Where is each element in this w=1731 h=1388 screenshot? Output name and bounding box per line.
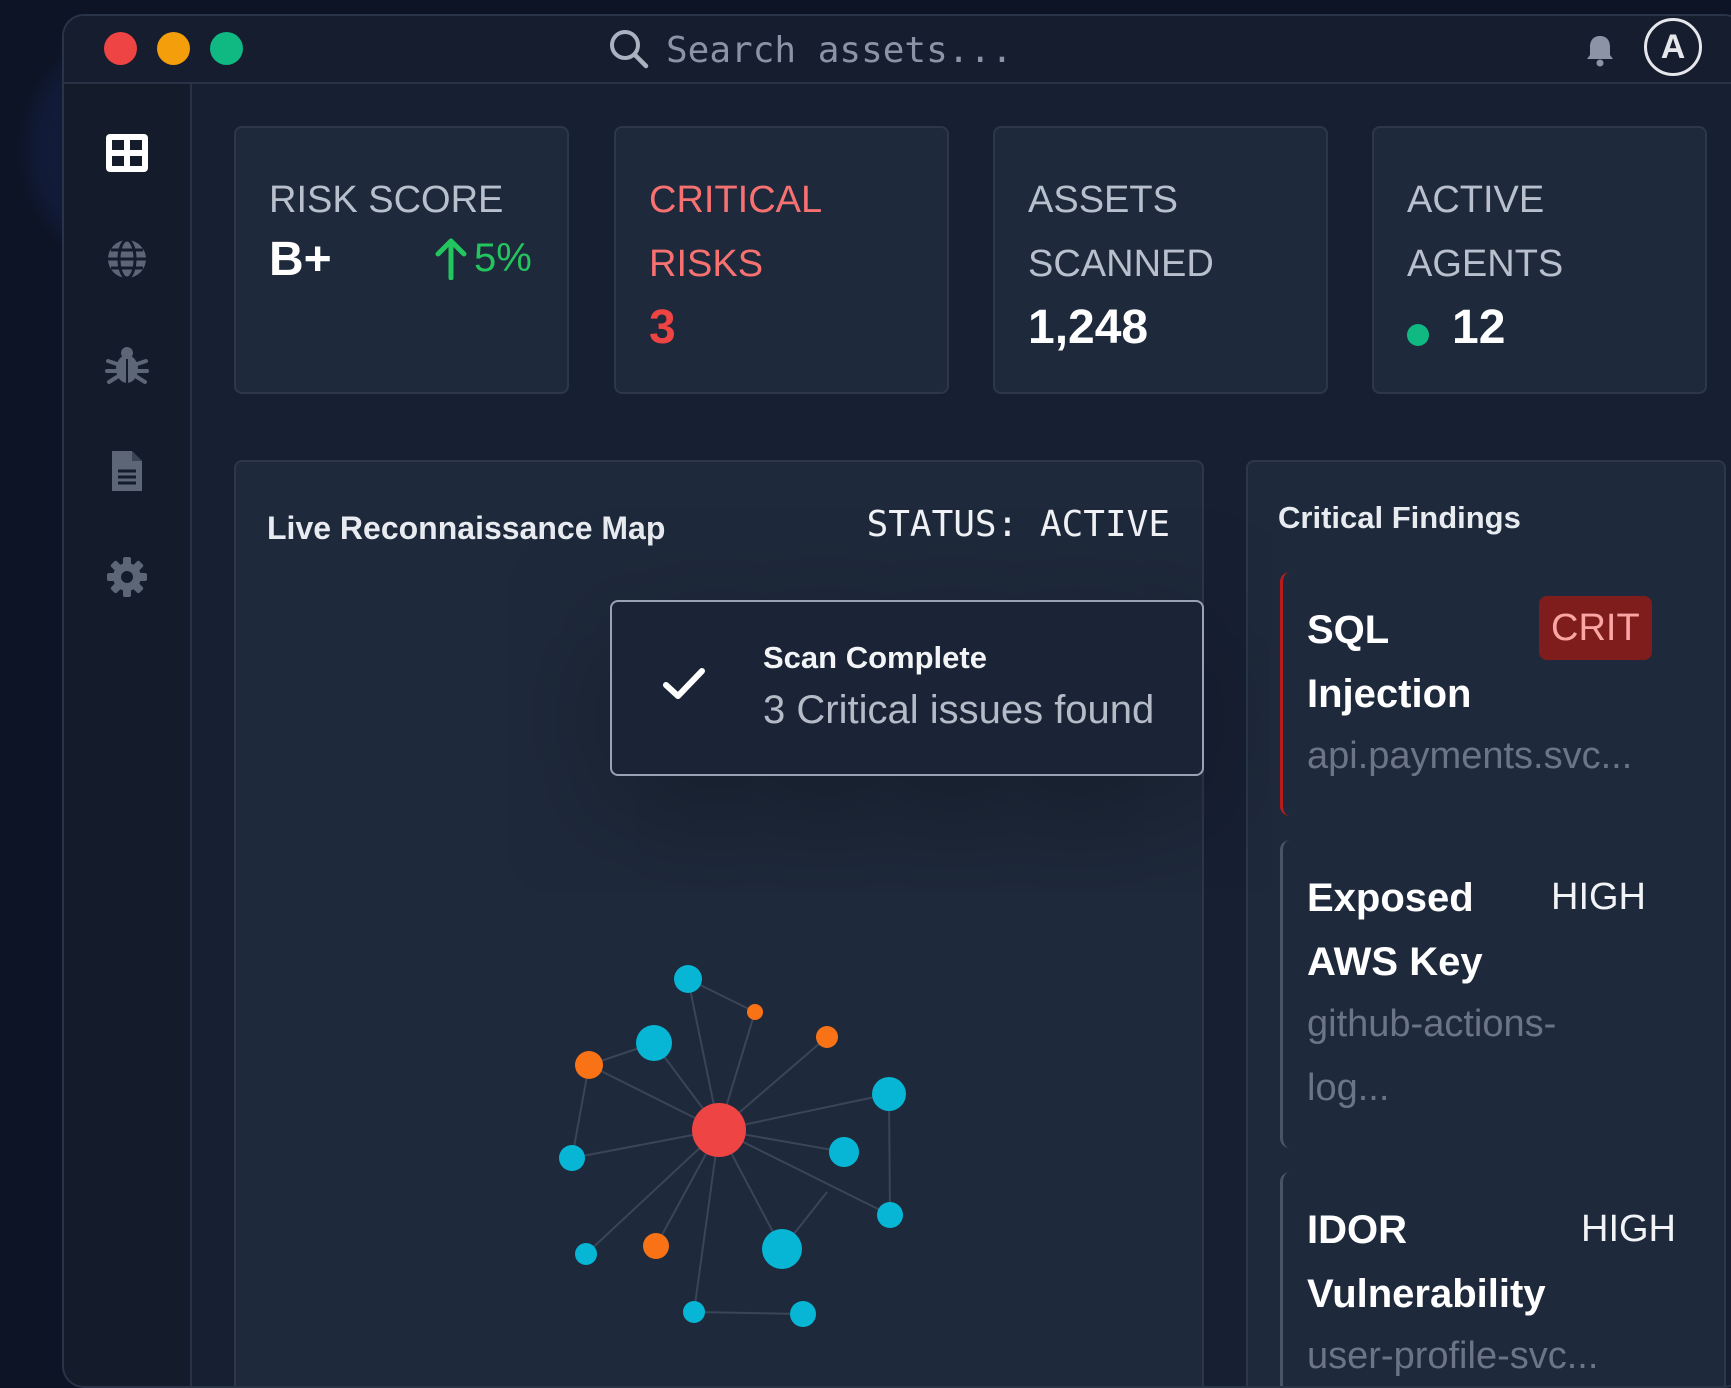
severity-badge: HIGH bbox=[1581, 1208, 1676, 1250]
assets-scanned-label: ASSETS SCANNED bbox=[1028, 179, 1214, 285]
graph-nodes bbox=[559, 965, 906, 1327]
graph-node[interactable] bbox=[575, 1051, 603, 1079]
gear-icon bbox=[107, 557, 147, 597]
finding-item[interactable]: IDOR Vulnerability HIGH user-profile-svc… bbox=[1280, 1172, 1676, 1386]
graph-node[interactable] bbox=[559, 1145, 585, 1171]
graph-node[interactable] bbox=[674, 965, 702, 993]
critical-risks-card[interactable]: CRITICAL RISKS 3 bbox=[614, 126, 949, 394]
toast-message: 3 Critical issues found bbox=[763, 688, 1155, 732]
bug-icon bbox=[105, 347, 149, 384]
maximize-window-button[interactable] bbox=[210, 32, 243, 65]
finding-name: Exposed AWS Key bbox=[1307, 876, 1483, 984]
active-agents-label: ACTIVE AGENTS bbox=[1407, 179, 1564, 285]
graph-node[interactable] bbox=[816, 1026, 838, 1048]
severity-badge: HIGH bbox=[1551, 876, 1646, 918]
dashboard-grid-icon bbox=[106, 134, 148, 172]
active-agents-value: 12 bbox=[1452, 301, 1506, 354]
finding-host: api.payments.svc... bbox=[1307, 735, 1633, 777]
checkmark-icon bbox=[663, 668, 705, 699]
graph-node[interactable] bbox=[790, 1301, 816, 1327]
search-icon bbox=[610, 30, 649, 69]
critical-risks-label: CRITICAL RISKS bbox=[649, 179, 821, 285]
app-window: A bbox=[62, 14, 1731, 1388]
active-agents-card[interactable]: ACTIVE AGENTS 12 bbox=[1372, 126, 1707, 394]
minimize-window-button[interactable] bbox=[157, 32, 190, 65]
finding-name: SQL Injection bbox=[1307, 608, 1472, 716]
finding-host: user-profile-svc... bbox=[1307, 1335, 1599, 1377]
risk-score-delta-text: 5% bbox=[474, 236, 532, 280]
findings-title: Critical Findings bbox=[1278, 500, 1521, 535]
graph-node[interactable] bbox=[683, 1301, 705, 1323]
severity-badge: CRIT bbox=[1539, 596, 1652, 660]
document-icon bbox=[112, 451, 142, 491]
bell-icon[interactable] bbox=[1582, 30, 1618, 70]
graph-node[interactable] bbox=[575, 1243, 597, 1265]
finding-host: github-actions-log... bbox=[1307, 1003, 1557, 1109]
arrow-up-icon bbox=[435, 238, 467, 280]
risk-score-value: B+ bbox=[269, 233, 332, 286]
sidebar-item-network[interactable] bbox=[102, 234, 152, 284]
graph-node[interactable] bbox=[877, 1202, 903, 1228]
sidebar bbox=[64, 84, 192, 1386]
globe-icon bbox=[108, 238, 146, 280]
search-input[interactable] bbox=[664, 28, 1168, 72]
finding-item[interactable]: SQL Injection CRIT api.payments.svc... bbox=[1280, 572, 1653, 816]
risk-score-card[interactable]: RISK SCORE B+ 5% bbox=[234, 126, 569, 394]
close-window-button[interactable] bbox=[104, 32, 137, 65]
risk-score-delta: 5% bbox=[434, 236, 532, 281]
toast-title: Scan Complete bbox=[763, 640, 987, 675]
critical-risks-value: 3 bbox=[649, 301, 676, 354]
assets-scanned-card[interactable]: ASSETS SCANNED 1,248 bbox=[993, 126, 1328, 394]
graph-node[interactable] bbox=[829, 1137, 859, 1167]
graph-node[interactable] bbox=[747, 1004, 763, 1020]
assets-scanned-value: 1,248 bbox=[1028, 301, 1149, 354]
scan-complete-toast[interactable]: Scan Complete 3 Critical issues found bbox=[610, 600, 1204, 776]
finding-item[interactable]: Exposed AWS Key HIGH github-actions-log.… bbox=[1280, 840, 1653, 1148]
graph-node[interactable] bbox=[872, 1077, 906, 1111]
sidebar-item-settings[interactable] bbox=[102, 552, 152, 602]
critical-findings-panel: Critical Findings SQL Injection CRIT api… bbox=[1246, 460, 1726, 1386]
sidebar-item-dashboard[interactable] bbox=[102, 128, 152, 178]
agent-status-dot bbox=[1407, 324, 1429, 346]
risk-score-label: RISK SCORE bbox=[269, 179, 504, 221]
graph-node[interactable] bbox=[762, 1229, 802, 1269]
avatar[interactable]: A bbox=[1644, 18, 1702, 76]
graph-node[interactable] bbox=[643, 1233, 669, 1259]
finding-name: IDOR Vulnerability bbox=[1307, 1208, 1546, 1316]
graph-root-node[interactable] bbox=[692, 1103, 746, 1157]
graph-node[interactable] bbox=[636, 1025, 672, 1061]
sidebar-item-reports[interactable] bbox=[102, 446, 152, 496]
sidebar-item-vulnerabilities[interactable] bbox=[102, 340, 152, 390]
title-bar: A bbox=[64, 16, 1731, 84]
